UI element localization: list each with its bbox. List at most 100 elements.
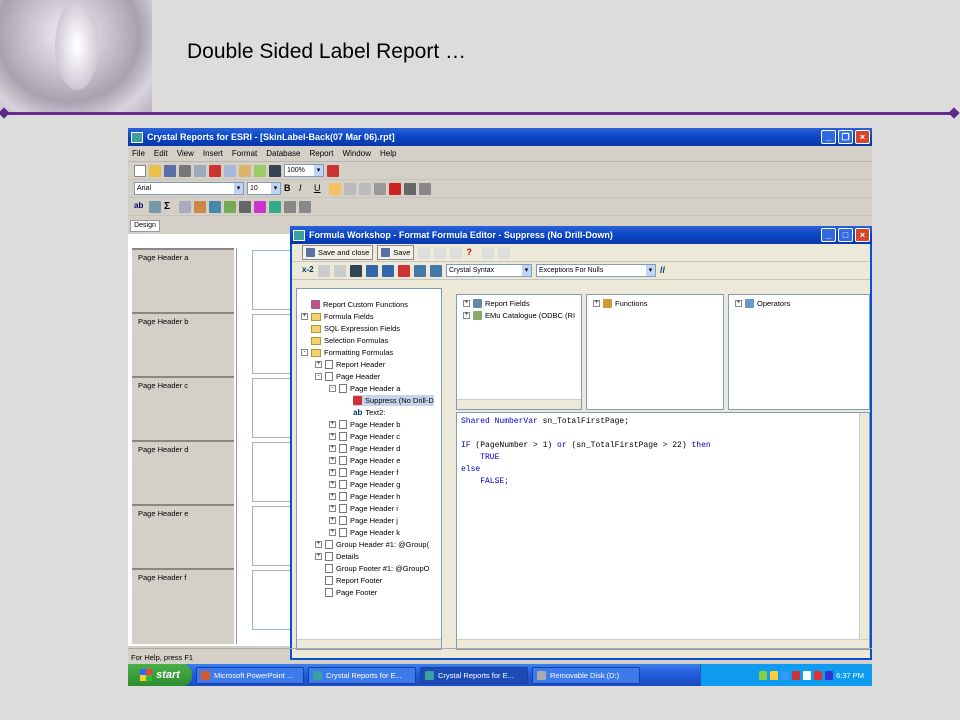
save-and-close-button[interactable]: Save and close: [302, 245, 374, 260]
save-button[interactable]: Save: [377, 245, 415, 260]
copy-icon[interactable]: [224, 164, 236, 177]
collapse-icon[interactable]: -: [315, 373, 322, 380]
search-icon[interactable]: [269, 164, 281, 177]
tray-icon[interactable]: [825, 670, 834, 680]
menu-help[interactable]: Help: [380, 149, 396, 158]
tree-item[interactable]: + Page Header g: [329, 479, 400, 490]
expand-icon[interactable]: +: [315, 361, 322, 368]
new-icon[interactable]: [134, 164, 146, 177]
expand-icon[interactable]: +: [301, 313, 308, 320]
insert-text-icon[interactable]: ab: [134, 201, 146, 213]
tree-item[interactable]: + Page Header j: [329, 515, 398, 526]
tree-item[interactable]: Page Footer: [325, 587, 377, 598]
tree-item[interactable]: + Page Header e: [329, 455, 400, 466]
box-icon[interactable]: [254, 200, 266, 213]
menu-view[interactable]: View: [177, 149, 194, 158]
tree-item[interactable]: Selection Formulas: [311, 335, 388, 346]
tree-item[interactable]: + Functions: [593, 298, 648, 309]
align-left-icon[interactable]: [329, 182, 341, 195]
font-combo[interactable]: Arial: [134, 182, 244, 195]
expand-icon[interactable]: +: [329, 481, 336, 488]
chart-icon[interactable]: [209, 200, 221, 213]
section-page-header-b[interactable]: Page Header b: [132, 312, 234, 374]
expand-icon[interactable]: +: [463, 312, 470, 319]
italic-icon[interactable]: I: [299, 183, 311, 195]
formula-maximize-button[interactable]: □: [838, 228, 853, 242]
expand-icon[interactable]: +: [315, 541, 322, 548]
rename-icon[interactable]: [434, 246, 447, 259]
tree-item[interactable]: + Page Header b: [329, 419, 400, 430]
minimize-button[interactable]: _: [821, 130, 836, 144]
justify-icon[interactable]: [374, 182, 386, 195]
start-button[interactable]: start: [128, 664, 192, 686]
tree-item[interactable]: + Formula Fields: [301, 311, 374, 322]
taskbar-crystal-2[interactable]: Crystal Reports for E...: [420, 666, 528, 684]
tree-item[interactable]: + Operators: [735, 298, 790, 309]
check-icon[interactable]: x-2: [302, 265, 314, 277]
nulls-combo[interactable]: Exceptions For Nulls: [536, 264, 656, 277]
tree-item[interactable]: SQL Expression Fields: [311, 323, 400, 334]
close-button[interactable]: ×: [855, 130, 870, 144]
save-icon[interactable]: [164, 164, 176, 177]
paste-icon[interactable]: [239, 164, 251, 177]
syntax-combo[interactable]: Crystal Syntax: [446, 264, 532, 277]
font-size-combo[interactable]: 10: [247, 182, 281, 195]
formula-editor[interactable]: Shared NumberVar sn_TotalFirstPage; IF (…: [456, 412, 870, 650]
collapse-icon[interactable]: -: [329, 385, 336, 392]
font-color-icon[interactable]: [389, 182, 401, 195]
menu-database[interactable]: Database: [266, 149, 300, 158]
tree-item[interactable]: + Report Header: [315, 359, 385, 370]
cut-icon[interactable]: [209, 164, 221, 177]
expand-icon[interactable]: +: [329, 529, 336, 536]
formula-minimize-button[interactable]: _: [821, 228, 836, 242]
section-page-header-d[interactable]: Page Header d: [132, 440, 234, 502]
fields-horizontal-scrollbar[interactable]: [457, 399, 581, 409]
line-icon[interactable]: [239, 200, 251, 213]
taskbar-powerpoint[interactable]: Microsoft PowerPoint ...: [196, 666, 304, 684]
expand-icon[interactable]: +: [329, 505, 336, 512]
cross-tab-icon[interactable]: [179, 200, 191, 213]
align-center-icon[interactable]: [344, 182, 356, 195]
menu-report[interactable]: Report: [310, 149, 334, 158]
align-right-icon[interactable]: [359, 182, 371, 195]
underline-icon[interactable]: U: [314, 183, 326, 195]
tree-item[interactable]: ab Text2:: [353, 407, 385, 418]
bookmark-icon[interactable]: [366, 264, 378, 277]
restore-button[interactable]: ❐: [838, 130, 853, 144]
map-icon[interactable]: [224, 200, 236, 213]
tray-icon[interactable]: [803, 670, 812, 680]
expand-icon[interactable]: +: [329, 517, 336, 524]
menu-file[interactable]: File: [132, 149, 145, 158]
section-page-header-c[interactable]: Page Header c: [132, 376, 234, 438]
summary-icon[interactable]: Σ: [164, 201, 176, 213]
expand-icon[interactable]: +: [329, 445, 336, 452]
tree-item[interactable]: Report Custom Functions: [311, 299, 408, 310]
expand-icon[interactable]: +: [329, 421, 336, 428]
tray-icon[interactable]: [770, 670, 779, 680]
expand-icon[interactable]: +: [329, 469, 336, 476]
expand-icon[interactable]: +: [315, 553, 322, 560]
help-icon[interactable]: [327, 164, 339, 177]
menu-edit[interactable]: Edit: [154, 149, 168, 158]
section-page-header-a[interactable]: Page Header a: [132, 248, 234, 310]
wand-icon[interactable]: [450, 246, 463, 259]
nav-first-icon[interactable]: [284, 200, 296, 213]
undo-icon[interactable]: [318, 264, 330, 277]
menu-insert[interactable]: Insert: [203, 149, 223, 158]
tree-item[interactable]: + Group Header #1: @Group(: [315, 539, 429, 550]
tree-item[interactable]: - Page Header a: [329, 383, 400, 394]
tree-item[interactable]: - Formatting Formulas: [301, 347, 393, 358]
tree-item[interactable]: + Page Header f: [329, 467, 398, 478]
section-page-header-e[interactable]: Page Header e: [132, 504, 234, 566]
delete-icon[interactable]: [498, 246, 511, 259]
editor-vertical-scrollbar[interactable]: [859, 413, 869, 639]
tree-item[interactable]: + Page Header h: [329, 491, 400, 502]
formula-close-button[interactable]: ×: [855, 228, 870, 242]
tree-item[interactable]: Report Footer: [325, 575, 382, 586]
sort-icon[interactable]: [414, 264, 426, 277]
nav-next-icon[interactable]: [299, 200, 311, 213]
next-bookmark-icon[interactable]: [382, 264, 394, 277]
tray-icon[interactable]: [759, 670, 768, 680]
expand-icon[interactable]: +: [329, 493, 336, 500]
taskbar-crystal-1[interactable]: Crystal Reports for E...: [308, 666, 416, 684]
